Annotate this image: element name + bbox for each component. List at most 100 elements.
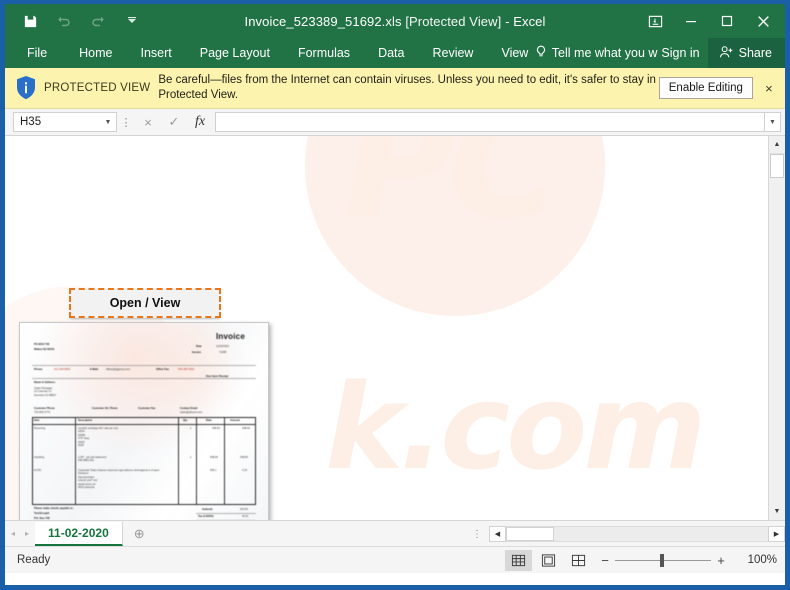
page-break-preview-button[interactable] xyxy=(565,550,592,571)
contact-value-0: 732-846-3770 xyxy=(34,411,51,414)
lightbulb-icon xyxy=(535,45,547,62)
scroll-down-icon[interactable]: ▼ xyxy=(769,503,785,520)
contact-header-0: Customer Phone xyxy=(34,407,55,410)
formula-bar: H35 ▼ ⋮ × ✓ fx ▼ xyxy=(5,109,785,136)
watermark-bottom: k.com xyxy=(325,358,706,496)
fax-label: Office Fax: xyxy=(156,368,170,371)
share-button[interactable]: Share xyxy=(707,38,785,68)
ribbon-right-group: Tell me what you w Sign in Share xyxy=(535,38,785,68)
row-item-2: 6x700 xyxy=(34,469,42,472)
customize-qat-icon[interactable] xyxy=(115,7,149,35)
status-bar: Ready − + 100% xyxy=(5,546,785,573)
row-qty-0: 1 xyxy=(190,427,192,430)
cancel-icon[interactable]: × xyxy=(135,111,161,133)
tab-formulas[interactable]: Formulas xyxy=(284,38,364,68)
minimize-icon[interactable] xyxy=(673,6,709,36)
open-view-button[interactable]: Open / View xyxy=(69,288,221,318)
tab-review[interactable]: Review xyxy=(418,38,487,68)
bill-to-label: Name & Address: xyxy=(34,381,56,384)
invoice-date-value: 11/02/2020 xyxy=(216,345,229,348)
formula-bar-grip[interactable]: ⋮ xyxy=(117,116,135,129)
title-protected-view: [Protected View] xyxy=(405,13,502,29)
tab-page-layout[interactable]: Page Layout xyxy=(186,38,284,68)
phone-value: 412-246-8500 xyxy=(54,368,71,371)
zoom-slider-knob[interactable] xyxy=(660,553,664,567)
contact-header-1: Customer Alt. Phone xyxy=(92,407,118,410)
invoice-number-value: 71698 xyxy=(219,351,227,354)
row-item-1: Handling xyxy=(34,456,45,459)
enable-editing-button[interactable]: Enable Editing xyxy=(658,77,753,99)
next-sheet-icon[interactable]: ▸ xyxy=(25,529,29,538)
watermark-circle xyxy=(305,136,605,316)
sheet-tab-nav: ◂ ▸ xyxy=(5,521,35,546)
person-add-icon xyxy=(719,45,734,62)
close-warning-icon[interactable]: × xyxy=(763,81,775,96)
phone-label: Phone: xyxy=(34,368,43,371)
table-header-qty: Qty xyxy=(183,419,188,422)
contact-value-3: claire@pbcore.com xyxy=(180,411,203,414)
formula-bar-icons: × ✓ fx xyxy=(135,111,213,133)
normal-view-button[interactable] xyxy=(505,549,532,571)
tab-insert[interactable]: Insert xyxy=(127,38,186,68)
insert-function-icon[interactable]: fx xyxy=(187,111,213,133)
close-icon[interactable] xyxy=(745,6,781,36)
sign-in-button[interactable]: Sign in xyxy=(659,38,707,68)
name-box[interactable]: H35 ▼ xyxy=(13,112,117,132)
horizontal-scroll-track[interactable] xyxy=(506,526,768,542)
zoom-in-button[interactable]: + xyxy=(711,553,731,568)
shield-info-icon xyxy=(15,75,37,101)
window-controls xyxy=(637,4,781,38)
previous-sheet-icon[interactable]: ◂ xyxy=(11,529,15,538)
enter-icon[interactable]: ✓ xyxy=(161,111,187,133)
company-address-line2: Walton NJ 08110 xyxy=(34,348,55,351)
zoom-out-button[interactable]: − xyxy=(595,553,615,568)
row-qty-1: 1 xyxy=(190,456,192,459)
open-view-label: Open / View xyxy=(109,296,181,310)
sheet-tab[interactable]: 11-02-2020 xyxy=(35,522,123,546)
contact-header-3: Contact Email xyxy=(180,407,198,410)
expand-formula-bar-icon[interactable]: ▼ xyxy=(764,112,781,132)
row-amount-0: 448.00 xyxy=(242,427,250,430)
worksheet-area[interactable]: PC k.com Open / View Invoice Date 11/02/… xyxy=(5,136,785,520)
chevron-down-icon[interactable]: ▼ xyxy=(100,119,116,126)
invoice-number-label: Invoice xyxy=(192,351,201,354)
contact-header-2: Customer Fax xyxy=(138,407,156,410)
bill-to-address: Claire Flanagan 10 Coleman Ct Somerby NJ… xyxy=(34,387,57,397)
zoom-slider[interactable] xyxy=(615,553,711,567)
undo-icon[interactable] xyxy=(47,7,81,35)
quick-access-toolbar xyxy=(5,7,149,35)
status-text: Ready xyxy=(17,554,51,566)
page-layout-view-button[interactable] xyxy=(535,550,562,571)
add-sheet-icon[interactable]: ⊕ xyxy=(123,521,156,546)
horizontal-scrollbar[interactable]: ⋮ ◀ ▶ xyxy=(465,522,785,546)
vertical-scrollbar[interactable]: ▲ ▼ xyxy=(768,136,785,520)
invoice-image[interactable]: Invoice Date 11/02/2020 Invoice 71698 PO… xyxy=(19,322,269,520)
scroll-left-icon[interactable]: ◀ xyxy=(489,526,506,542)
redo-icon[interactable] xyxy=(81,7,115,35)
scroll-right-icon[interactable]: ▶ xyxy=(768,526,785,542)
ribbon-display-options-icon[interactable] xyxy=(637,6,673,36)
row-rate-0: 448.00 xyxy=(212,427,220,430)
row-desc-1: 1.00* - per job statement 946.0881-001 xyxy=(78,456,107,463)
tab-home[interactable]: Home xyxy=(65,38,126,68)
tab-data[interactable]: Data xyxy=(364,38,418,68)
save-icon[interactable] xyxy=(13,7,47,35)
zoom-level-label[interactable]: 100% xyxy=(731,554,777,566)
vertical-scroll-thumb[interactable] xyxy=(770,154,784,178)
invoice-date-label: Date xyxy=(196,345,202,348)
scroll-up-icon[interactable]: ▲ xyxy=(769,136,785,154)
tab-file[interactable]: File xyxy=(5,38,65,68)
title-filename: Invoice_523389_51692.xls xyxy=(244,13,402,29)
table-header-item: Item xyxy=(34,419,40,422)
table-header-amount: Amount xyxy=(230,419,240,422)
company-address-line1: PO BOX 748 xyxy=(34,343,50,346)
title-bar: Invoice_523389_51692.xls [Protected View… xyxy=(5,4,785,38)
share-label: Share xyxy=(738,46,772,60)
sheet-tab-bar: ◂ ▸ 11-02-2020 ⊕ ⋮ ◀ ▶ xyxy=(5,520,785,546)
scrollbar-grip[interactable]: ⋮ xyxy=(465,529,489,540)
protected-view-bar: PROTECTED VIEW Be careful—files from the… xyxy=(5,68,785,109)
maximize-icon[interactable] xyxy=(709,6,745,36)
formula-input[interactable] xyxy=(215,112,764,132)
tell-me-search[interactable]: Tell me what you w xyxy=(535,38,660,68)
horizontal-scroll-thumb[interactable] xyxy=(506,527,554,541)
